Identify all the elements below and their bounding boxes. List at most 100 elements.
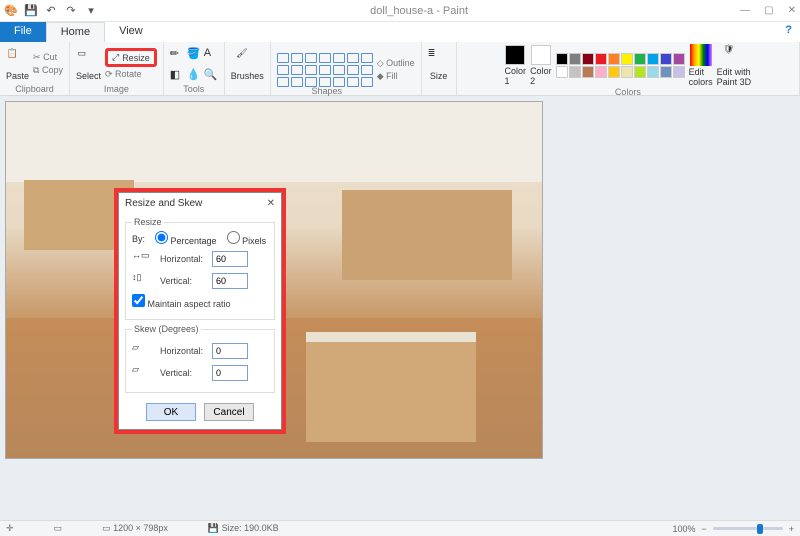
resize-horizontal-icon: ↔▭ xyxy=(132,250,154,268)
resize-vertical-input[interactable] xyxy=(212,273,248,289)
color1-button[interactable]: Color 1 xyxy=(505,45,527,86)
redo-icon[interactable]: ↷ xyxy=(64,4,78,18)
palette-swatch[interactable] xyxy=(673,66,685,78)
maintain-aspect-checkbox[interactable]: Maintain aspect ratio xyxy=(132,294,231,309)
palette-swatch[interactable] xyxy=(595,53,607,65)
palette-swatch[interactable] xyxy=(647,53,659,65)
copy-button[interactable]: ⧉ Copy xyxy=(33,65,63,76)
radio-percentage[interactable]: Percentage xyxy=(155,231,217,246)
palette-swatch[interactable] xyxy=(647,66,659,78)
resize-horizontal-input[interactable] xyxy=(212,251,248,267)
status-bar: ✛ ▭ ▭ 1200 × 798px 💾 Size: 190.0KB 100% … xyxy=(0,520,800,536)
zoom-level: 100% xyxy=(672,524,695,534)
cursor-pos-icon: ✛ xyxy=(6,523,14,534)
shapes-gallery[interactable] xyxy=(277,53,373,87)
window-buttons: — ▢ ✕ xyxy=(740,5,796,16)
palette-swatch[interactable] xyxy=(556,66,568,78)
size-button[interactable]: ≣ Size xyxy=(428,48,450,81)
palette-swatch[interactable] xyxy=(556,53,568,65)
resize-vertical-icon: ↕▯ xyxy=(132,272,154,290)
resize-icon: ⤢ xyxy=(112,52,119,63)
cancel-button[interactable]: Cancel xyxy=(204,403,254,421)
paint3d-button[interactable]: 🛡 Edit with Paint 3D xyxy=(717,44,752,87)
zoom-slider[interactable] xyxy=(713,527,783,530)
palette-swatch[interactable] xyxy=(673,53,685,65)
radio-pixels[interactable]: Pixels xyxy=(227,231,267,246)
palette xyxy=(556,53,685,78)
cut-button[interactable]: ✂ Cut xyxy=(33,52,63,63)
close-window-button[interactable]: ✕ xyxy=(788,5,796,16)
color2-swatch xyxy=(531,45,551,65)
skew-horizontal-icon: ▱ xyxy=(132,342,154,360)
shape-outline-button[interactable]: ◇ Outline xyxy=(377,58,415,69)
palette-swatch[interactable] xyxy=(608,53,620,65)
color2-button[interactable]: Color 2 xyxy=(530,45,552,86)
color1-swatch xyxy=(505,45,525,65)
workspace: Resize and Skew ✕ Resize By: Percentage … xyxy=(0,96,800,520)
tab-view[interactable]: View xyxy=(105,22,157,42)
rotate-button[interactable]: ⟳ Rotate xyxy=(105,69,157,80)
size-icon: ≣ xyxy=(428,48,450,70)
palette-swatch[interactable] xyxy=(569,53,581,65)
edit-colors-icon xyxy=(690,44,712,66)
brush-icon: 🖌 xyxy=(236,48,258,70)
group-clipboard: 📋 Paste ✂ Cut ⧉ Copy Clipboard xyxy=(0,42,70,95)
skew-fieldset: Skew (Degrees) ▱ Horizontal: ▱ Vertical: xyxy=(125,324,275,393)
window-title: doll_house-a - Paint xyxy=(98,5,740,17)
qat-dropdown-icon[interactable]: ▾ xyxy=(84,4,98,18)
select-button[interactable]: ▭ Select xyxy=(76,48,101,81)
skew-vertical-icon: ▱ xyxy=(132,364,154,382)
minimize-button[interactable]: — xyxy=(740,5,750,16)
brushes-button[interactable]: 🖌 Brushes xyxy=(231,48,264,81)
selection-icon: ▭ xyxy=(54,523,63,534)
group-colors: Color 1 Color 2 Edit colors 🛡 Edit with … xyxy=(457,42,800,95)
dialog-titlebar[interactable]: Resize and Skew ✕ xyxy=(119,193,281,213)
palette-swatch[interactable] xyxy=(608,66,620,78)
maximize-button[interactable]: ▢ xyxy=(764,5,773,16)
group-brushes: 🖌 Brushes xyxy=(225,42,271,95)
fill-icon[interactable]: 🪣 xyxy=(187,47,201,60)
eraser-icon[interactable]: ◧ xyxy=(170,68,184,81)
select-icon: ▭ xyxy=(77,48,99,70)
palette-swatch[interactable] xyxy=(634,53,646,65)
palette-swatch[interactable] xyxy=(595,66,607,78)
pencil-icon[interactable]: ✏ xyxy=(170,47,184,60)
save-icon[interactable]: 💾 xyxy=(24,4,38,18)
group-size: ≣ Size xyxy=(422,42,457,95)
palette-swatch[interactable] xyxy=(582,53,594,65)
resize-fieldset: Resize By: Percentage Pixels ↔▭ Horizont… xyxy=(125,217,275,320)
undo-icon[interactable]: ↶ xyxy=(44,4,58,18)
palette-swatch[interactable] xyxy=(621,66,633,78)
zoom-in-button[interactable]: + xyxy=(789,524,794,534)
palette-swatch[interactable] xyxy=(660,53,672,65)
palette-swatch[interactable] xyxy=(634,66,646,78)
palette-swatch[interactable] xyxy=(621,53,633,65)
paint3d-icon: 🛡 xyxy=(723,44,745,66)
zoom-out-button[interactable]: − xyxy=(701,524,706,534)
group-shapes: ◇ Outline ◆ Fill Shapes xyxy=(271,42,422,95)
picker-icon[interactable]: 💧 xyxy=(187,68,201,81)
file-size: 💾 Size: 190.0KB xyxy=(208,523,279,534)
skew-vertical-input[interactable] xyxy=(212,365,248,381)
resize-skew-dialog: Resize and Skew ✕ Resize By: Percentage … xyxy=(118,192,282,430)
dialog-close-button[interactable]: ✕ xyxy=(267,198,275,209)
magnifier-icon[interactable]: 🔍 xyxy=(204,68,218,81)
palette-swatch[interactable] xyxy=(569,66,581,78)
paste-button[interactable]: 📋 Paste xyxy=(6,48,29,81)
titlebar: 🎨 💾 ↶ ↷ ▾ doll_house-a - Paint — ▢ ✕ xyxy=(0,0,800,22)
ok-button[interactable]: OK xyxy=(146,403,196,421)
quick-access-toolbar: 🎨 💾 ↶ ↷ ▾ xyxy=(4,4,98,18)
help-button[interactable]: ? xyxy=(777,22,800,42)
resize-button[interactable]: ⤢ Resize xyxy=(105,48,157,67)
shape-fill-button[interactable]: ◆ Fill xyxy=(377,71,415,82)
palette-swatch[interactable] xyxy=(582,66,594,78)
tab-home[interactable]: Home xyxy=(46,22,105,42)
skew-horizontal-input[interactable] xyxy=(212,343,248,359)
edit-colors-button[interactable]: Edit colors xyxy=(689,44,713,87)
text-icon[interactable]: A xyxy=(204,47,218,59)
by-label: By: xyxy=(132,234,145,244)
tab-file[interactable]: File xyxy=(0,22,46,42)
group-tools: ✏ 🪣 A ◧ 💧 🔍 Tools xyxy=(164,42,225,95)
zoom-control: 100% − + xyxy=(672,524,794,534)
palette-swatch[interactable] xyxy=(660,66,672,78)
